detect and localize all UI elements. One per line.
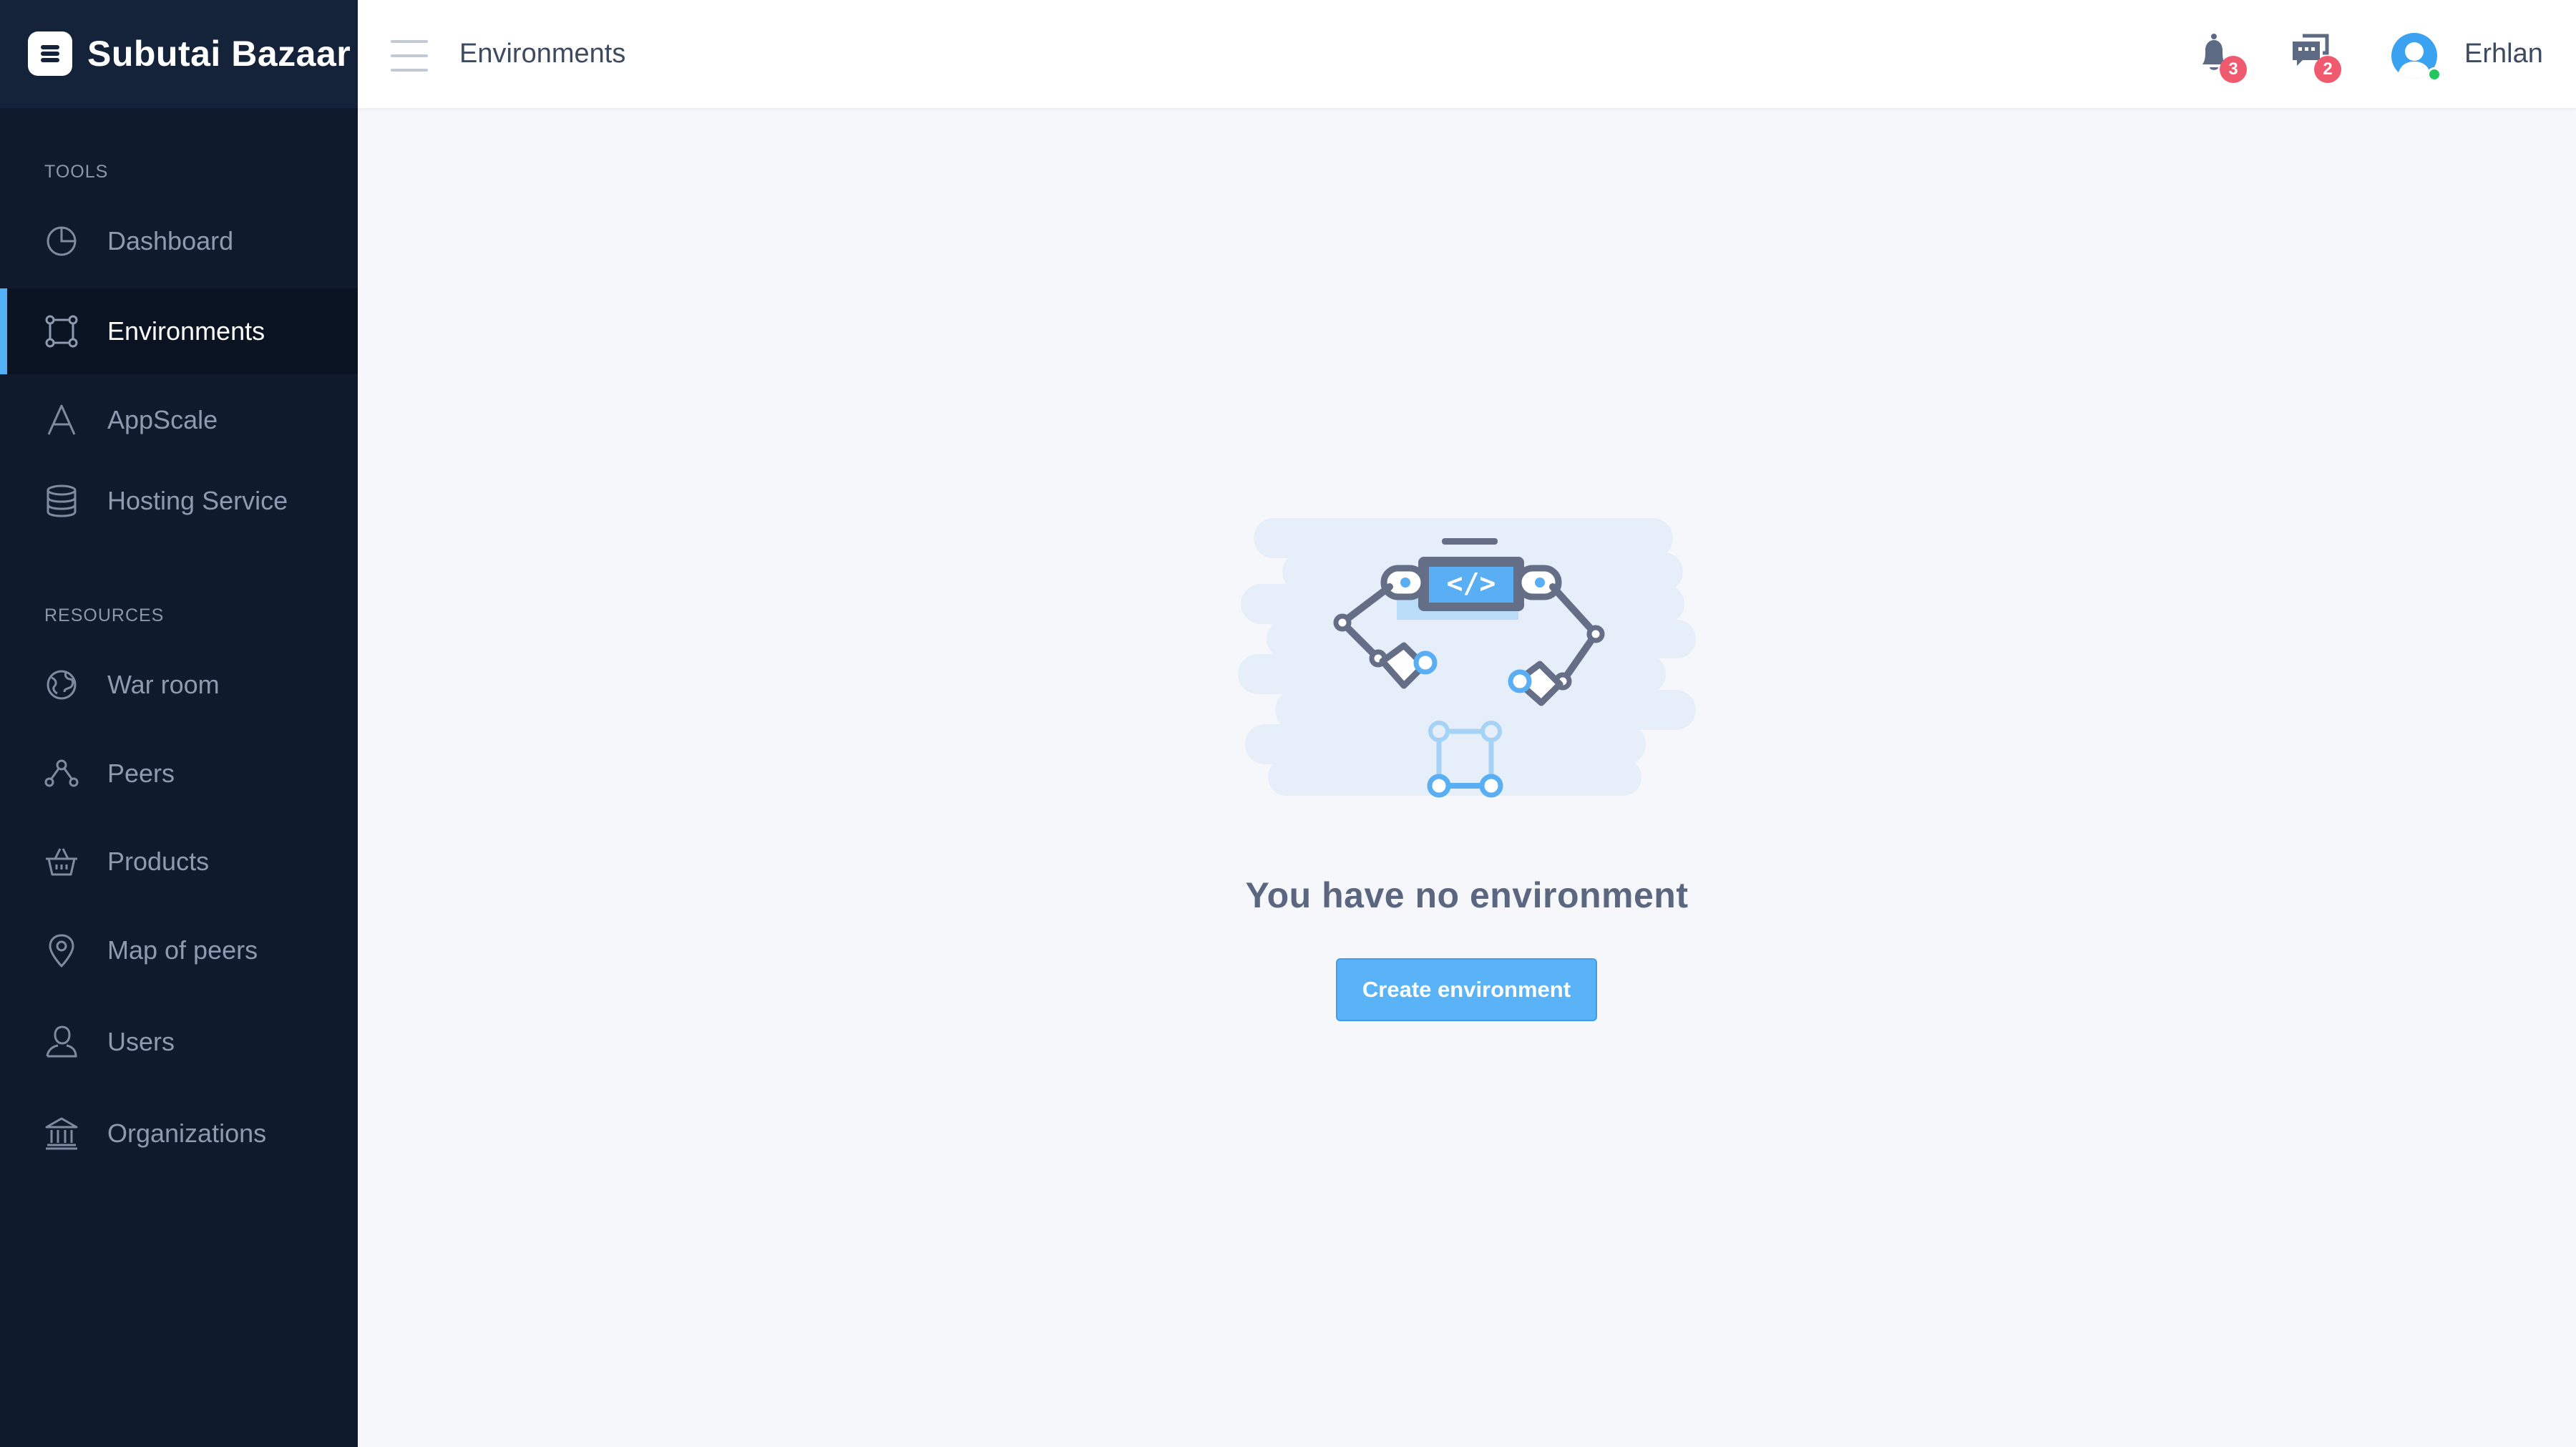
- svg-text:</>: </>: [1447, 567, 1496, 599]
- create-environment-button[interactable]: Create environment: [1336, 958, 1597, 1021]
- page-title: Environments: [459, 39, 626, 69]
- sidebar-item-label: Dashboard: [107, 226, 234, 255]
- sidebar-item-label: War room: [107, 670, 220, 699]
- messages-badge: 2: [2314, 56, 2341, 83]
- sidebar-item-label: Products: [107, 847, 210, 876]
- top-header: Environments 3 2 Erhlan: [358, 0, 2576, 108]
- empty-environment-illustration: </>: [1238, 515, 1696, 823]
- peers-network-icon: [44, 759, 79, 787]
- sidebar-item-hosting-service[interactable]: Hosting Service: [0, 458, 358, 544]
- section-title-tools: TOOLS: [44, 162, 109, 182]
- messages-button[interactable]: 2: [2291, 31, 2341, 83]
- basket-icon: [46, 848, 77, 876]
- user-name[interactable]: Erhlan: [2464, 39, 2543, 69]
- pie-chart-icon: [47, 226, 77, 256]
- sidebar-item-products[interactable]: Products: [0, 819, 358, 905]
- sidebar-item-organizations[interactable]: Organizations: [0, 1091, 358, 1176]
- sidebar-item-label: Environments: [107, 316, 265, 346]
- appscale-a-icon: [47, 404, 76, 435]
- robot-arm-icon: </>: [1238, 518, 1696, 798]
- sidebar-item-label: AppScale: [107, 405, 218, 434]
- sidebar-item-label: Map of peers: [107, 935, 258, 965]
- sidebar-item-peers[interactable]: Peers: [0, 731, 358, 817]
- environment-nodes-icon: [45, 315, 78, 348]
- sidebar: Subutai Bazaar TOOLS Dashboard Environme…: [0, 0, 358, 1447]
- brand-logo-icon: [28, 31, 72, 76]
- user-icon: [46, 1025, 77, 1058]
- notifications-badge: 3: [2220, 56, 2247, 83]
- bank-building-icon: [45, 1117, 78, 1150]
- sidebar-item-users[interactable]: Users: [0, 999, 358, 1085]
- sidebar-item-dashboard[interactable]: Dashboard: [0, 198, 358, 284]
- sidebar-item-label: Users: [107, 1027, 175, 1056]
- notifications-button[interactable]: 3: [2197, 31, 2247, 83]
- menu-toggle-icon[interactable]: [391, 40, 428, 72]
- sidebar-item-label: Peers: [107, 759, 175, 788]
- section-title-resources: RESOURCES: [44, 605, 165, 625]
- database-stack-icon: [47, 484, 77, 517]
- brand-name: Subutai Bazaar: [87, 34, 351, 74]
- online-status-indicator: [2427, 67, 2441, 82]
- map-pin-icon: [49, 934, 74, 968]
- globe-icon: [47, 670, 77, 700]
- sidebar-item-war-room[interactable]: War room: [0, 642, 358, 728]
- sidebar-item-environments[interactable]: Environments: [0, 288, 358, 374]
- sidebar-item-appscale[interactable]: AppScale: [0, 377, 358, 463]
- sidebar-item-label: Hosting Service: [107, 486, 288, 515]
- sidebar-item-label: Organizations: [107, 1119, 267, 1148]
- sidebar-item-map-of-peers[interactable]: Map of peers: [0, 907, 358, 993]
- empty-state-message: You have no environment: [1245, 875, 1689, 915]
- brand[interactable]: Subutai Bazaar: [0, 0, 358, 108]
